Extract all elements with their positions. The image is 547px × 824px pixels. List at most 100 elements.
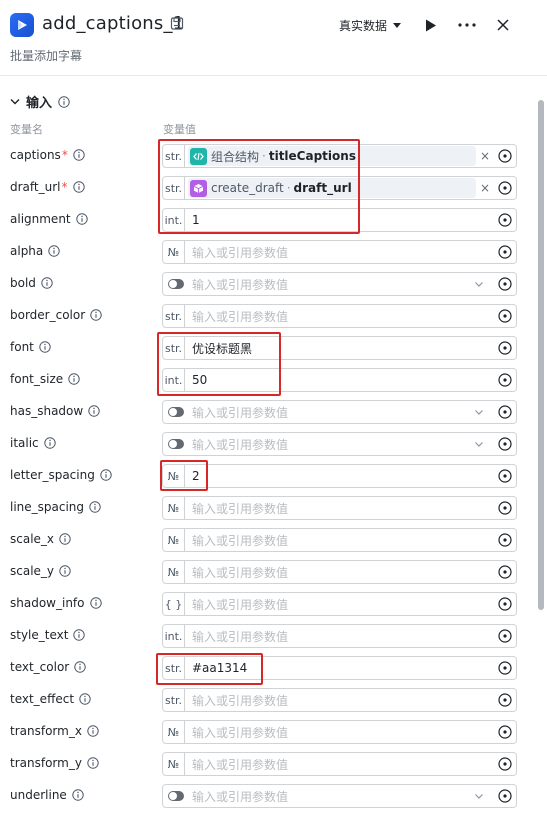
param-value-input[interactable]: str. 输入或引用参数值 [162,688,517,712]
param-value-input[interactable]: str. 优设标题黑 [162,336,517,360]
param-value-input[interactable]: str. 组合结构 · titleCaptions × [162,144,517,168]
param-name: text_effect [10,692,75,706]
info-icon[interactable] [58,95,70,108]
reference-variable-icon[interactable] [498,245,512,259]
param-value-input[interactable]: int. 输入或引用参数值 [162,624,517,648]
param-value-input[interactable]: № 输入或引用参数值 [162,528,517,552]
clear-reference-button[interactable]: × [476,149,494,163]
node-title[interactable]: add_captions_1 [42,13,184,34]
info-icon[interactable] [48,245,60,257]
run-button[interactable] [420,14,442,36]
param-value-input[interactable]: 输入或引用参数值 [162,400,517,424]
info-icon[interactable] [87,757,99,769]
param-value-input[interactable]: 输入或引用参数值 [162,432,517,456]
scrollbar-thumb[interactable] [538,100,544,610]
param-value-input[interactable]: int. 50 [162,368,517,392]
info-icon[interactable] [41,277,53,289]
chevron-down-icon[interactable] [472,277,486,291]
reference-variable-icon[interactable] [498,373,512,387]
reference-variable-icon[interactable] [498,565,512,579]
caret-down-icon [393,22,402,28]
param-row-draft-url: draft_url * str. create_draft · draft_url × [0,172,535,204]
info-icon[interactable] [75,213,88,225]
param-row-font: font str. 优设标题黑 [0,332,535,364]
chevron-down-icon[interactable] [472,789,486,803]
param-placeholder: 输入或引用参数值 [192,277,289,292]
param-value-input[interactable]: str. create_draft · draft_url × [162,176,517,200]
close-button[interactable] [492,14,514,36]
info-icon[interactable] [88,405,100,417]
chevron-down-icon[interactable] [472,437,486,451]
info-icon[interactable] [59,533,71,545]
reference-variable-icon[interactable] [498,661,512,675]
info-icon[interactable] [39,341,51,353]
reference-variable-icon[interactable] [498,341,512,355]
reference-variable-icon[interactable] [498,501,512,515]
reference-variable-icon[interactable] [498,789,512,803]
reference-variable-icon[interactable] [498,533,512,547]
info-icon[interactable] [79,693,91,705]
param-value-input[interactable]: str. 输入或引用参数值 [162,304,517,328]
param-value-input[interactable]: 输入或引用参数值 [162,784,517,808]
param-label: alignment [10,212,88,226]
param-value-input[interactable]: 输入或引用参数值 [162,272,517,296]
reference-variable-icon[interactable] [498,213,512,227]
reference-variable-icon[interactable] [498,149,512,163]
scrollbar[interactable] [535,48,547,824]
code-node-icon [190,147,207,165]
param-value-input[interactable]: № 2 [162,464,517,488]
info-icon[interactable] [68,373,80,385]
info-icon[interactable] [43,437,56,449]
param-row-font-size: font_size int. 50 [0,364,535,396]
reference-variable-icon[interactable] [498,437,512,451]
param-value-input[interactable]: { } 输入或引用参数值 [162,592,517,616]
info-icon[interactable] [73,629,86,641]
param-row-text-color: text_color str. #aa1314 [0,652,535,684]
reference-variable-icon[interactable] [498,629,512,643]
param-value-input[interactable]: № 输入或引用参数值 [162,560,517,584]
reference-variable-icon[interactable] [498,469,512,483]
chevron-down-icon[interactable] [472,405,486,419]
reference-chip[interactable]: 组合结构 · titleCaptions [188,146,476,166]
info-icon[interactable] [74,661,86,673]
reference-variable-icon[interactable] [498,693,512,707]
param-value-input[interactable]: № 输入或引用参数值 [162,496,517,520]
info-icon[interactable] [72,181,85,193]
save-icon[interactable] [170,16,184,32]
info-icon[interactable] [100,469,112,481]
param-value-input[interactable]: № 输入或引用参数值 [162,240,517,264]
input-section-header[interactable]: 输入 [10,92,70,111]
param-value-input[interactable]: № 输入或引用参数值 [162,752,517,776]
reference-variable-icon[interactable] [498,309,512,323]
param-placeholder: 输入或引用参数值 [192,533,289,548]
info-icon[interactable] [87,725,99,737]
reference-variable-icon[interactable] [498,277,512,291]
param-placeholder: 输入或引用参数值 [192,693,289,708]
param-value-input[interactable]: str. #aa1314 [162,656,517,680]
type-tag: int. [163,209,185,231]
info-icon[interactable] [89,597,102,609]
param-value: 1 [192,213,200,227]
reference-variable-icon[interactable] [498,405,512,419]
reference-chip[interactable]: create_draft · draft_url [188,178,476,198]
ref-node-name: 组合结构 [211,149,260,164]
param-value-input[interactable]: № 输入或引用参数值 [162,720,517,744]
reference-variable-icon[interactable] [498,725,512,739]
clear-reference-button[interactable]: × [476,181,494,195]
reference-variable-icon[interactable] [498,757,512,771]
param-value-input[interactable]: int. 1 [162,208,517,232]
info-icon[interactable] [59,565,71,577]
data-mode-label: 真实数据 [339,19,388,33]
reference-variable-icon[interactable] [498,181,512,195]
info-icon[interactable] [89,501,101,513]
param-placeholder: 输入或引用参数值 [192,629,289,644]
info-icon[interactable] [73,149,85,161]
data-mode-select[interactable]: 真实数据 [339,17,402,34]
required-marker: * [61,180,68,194]
param-name: style_text [10,628,69,642]
reference-variable-icon[interactable] [498,597,512,611]
info-icon[interactable] [90,309,102,321]
param-label: transform_y [10,756,99,770]
info-icon[interactable] [72,789,84,801]
more-button[interactable] [456,14,478,36]
